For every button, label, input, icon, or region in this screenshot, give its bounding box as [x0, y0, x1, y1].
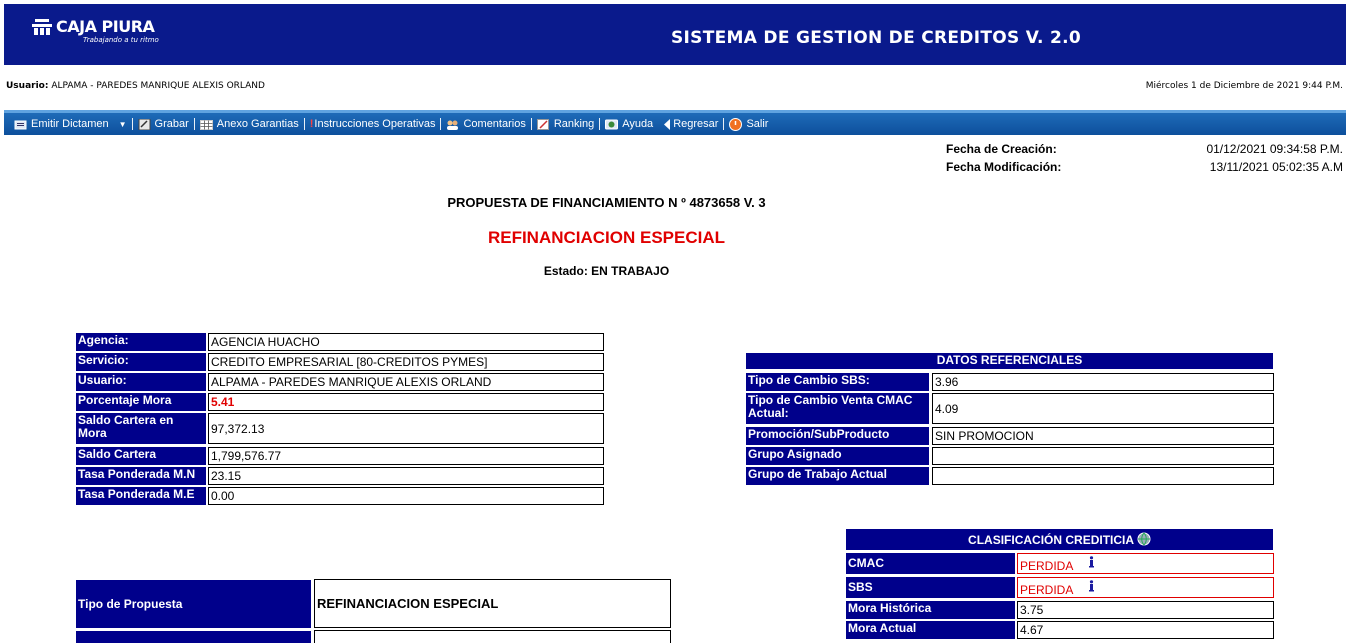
header-bar: CAJA PIURA Trabajando a tu ritmo SISTEMA…	[4, 4, 1346, 65]
grupo-asignado-label: Grupo Asignado	[746, 447, 929, 465]
proposal-title: PROPUESTA DE FINANCIAMIENTO N º 4873658 …	[447, 195, 766, 210]
back-arrow-icon	[664, 118, 671, 130]
proposal-status: Estado: EN TRABAJO	[543, 264, 670, 278]
bank-icon	[32, 19, 52, 35]
separator	[193, 118, 195, 130]
anexo-garantias-button[interactable]: Anexo Garantias	[195, 118, 304, 130]
tasa-ponderada-mn-value: 23.15	[208, 467, 604, 485]
tipo-cambio-sbs-label: Tipo de Cambio SBS:	[746, 373, 929, 391]
current-date: Miércoles 1 de Diciembre de 2021 9:44 P.…	[1145, 81, 1343, 91]
mora-historica-label: Mora Histórica	[846, 601, 1015, 619]
grupo-asignado-value	[932, 447, 1274, 465]
porcentaje-mora-value: 5.41	[208, 393, 604, 411]
usuario-label: Usuario:	[76, 373, 206, 391]
info-icon[interactable]	[1087, 580, 1096, 592]
current-user: Usuario: ALPAMA - PAREDES MANRIQUE ALEXI…	[6, 81, 265, 91]
save-icon	[138, 118, 151, 130]
usuario-value: ALPAMA - PAREDES MANRIQUE ALEXIS ORLAND	[208, 373, 604, 391]
sbs-label: SBS	[846, 577, 1015, 598]
datos-referenciales-header: DATOS REFERENCIALES	[746, 353, 1273, 369]
proposal-type-title: REFINANCIACION ESPECIAL	[487, 228, 726, 247]
exclamation-icon: !	[309, 118, 314, 130]
instrucciones-operativas-button[interactable]: ! Instrucciones Operativas	[305, 118, 441, 130]
grupo-trabajo-value	[932, 467, 1274, 485]
saldo-cartera-label: Saldo Cartera	[76, 447, 206, 465]
promocion-label: Promoción/SubProducto	[746, 427, 929, 445]
tasa-ponderada-me-value: 0.00	[208, 487, 604, 505]
user-value: ALPAMA - PAREDES MANRIQUE ALEXIS ORLAND	[51, 81, 265, 91]
next-row-value	[314, 630, 671, 643]
separator	[303, 118, 305, 130]
sbs-value: PERDIDA	[1017, 577, 1274, 598]
tipo-propuesta-value: REFINANCIACION ESPECIAL	[314, 579, 671, 628]
saldo-cartera-value: 1,799,576.77	[208, 447, 604, 465]
brand-tagline: Trabajando a tu ritmo	[83, 36, 159, 44]
tipo-propuesta-label: Tipo de Propuesta	[76, 580, 311, 628]
system-title: SISTEMA DE GESTION DE CREDITOS V. 2.0	[671, 28, 1082, 48]
next-row-label	[76, 631, 311, 643]
saldo-cartera-mora-value: 97,372.13	[208, 413, 604, 444]
user-label: Usuario:	[6, 81, 49, 91]
tasa-ponderada-me-label: Tasa Ponderada M.E	[76, 487, 206, 505]
app-header: CAJA PIURA Trabajando a tu ritmo SISTEMA…	[0, 0, 1366, 66]
brand-name: CAJA PIURA	[56, 16, 155, 36]
grabar-button[interactable]: Grabar	[133, 118, 194, 130]
fecha-creacion-label: Fecha de Creación:	[946, 142, 1057, 156]
mora-actual-label: Mora Actual	[846, 621, 1015, 639]
info-icon[interactable]	[1087, 556, 1096, 568]
ranking-button[interactable]: Ranking	[532, 118, 599, 130]
separator	[530, 118, 532, 130]
mora-actual-value: 4.67	[1017, 621, 1274, 639]
agencia-label: Agencia:	[76, 333, 206, 351]
tipo-cambio-venta-value: 4.09	[932, 393, 1274, 424]
mora-historica-value: 3.75	[1017, 601, 1274, 619]
help-icon	[605, 119, 619, 129]
separator	[131, 118, 133, 130]
promocion-value: SIN PROMOCION	[932, 427, 1274, 445]
edit-icon	[536, 118, 549, 130]
fecha-creacion-value: 01/12/2021 09:34:58 P.M.	[1206, 142, 1343, 156]
separator	[599, 118, 601, 130]
grupo-trabajo-label: Grupo de Trabajo Actual	[746, 467, 929, 485]
comentarios-button[interactable]: Comentarios	[441, 118, 530, 130]
clasificacion-header: CLASIFICACIÓN CREDITICIA	[846, 529, 1273, 550]
toolbar: Emitir Dictamen ▼ Grabar Anexo Garantias…	[4, 110, 1346, 135]
cmac-value: PERDIDA	[1017, 553, 1274, 574]
caja-piura-logo: CAJA PIURA Trabajando a tu ritmo	[31, 16, 159, 44]
saldo-cartera-mora-label: Saldo Cartera en Mora	[76, 413, 206, 444]
tipo-cambio-sbs-value: 3.96	[932, 373, 1274, 391]
globe-icon[interactable]	[1137, 532, 1151, 546]
cmac-label: CMAC	[846, 553, 1015, 574]
servicio-value: CREDITO EMPRESARIAL [80-CREDITOS PYMES]	[208, 353, 604, 371]
chevron-down-icon[interactable]: ▼	[119, 120, 127, 129]
document-icon	[14, 120, 27, 129]
emitir-dictamen-button[interactable]: Emitir Dictamen ▼	[4, 118, 132, 130]
power-icon	[729, 117, 743, 131]
ayuda-button[interactable]: Ayuda	[600, 118, 658, 130]
regresar-button[interactable]: Regresar	[658, 118, 723, 130]
salir-button[interactable]: Salir	[724, 117, 773, 131]
users-icon	[447, 120, 459, 130]
porcentaje-mora-label: Porcentaje Mora	[76, 393, 206, 411]
tipo-cambio-venta-label: Tipo de Cambio Venta CMAC Actual:	[746, 393, 929, 424]
agencia-value: AGENCIA HUACHO	[208, 333, 604, 351]
fecha-modificacion-value: 13/11/2021 05:02:35 A.M	[1209, 160, 1343, 174]
fecha-modificacion-label: Fecha Modificación:	[946, 160, 1062, 174]
servicio-label: Servicio:	[76, 353, 206, 371]
tasa-ponderada-mn-label: Tasa Ponderada M.N	[76, 467, 206, 485]
separator	[440, 118, 442, 130]
table-icon	[199, 119, 213, 130]
separator	[723, 118, 725, 130]
